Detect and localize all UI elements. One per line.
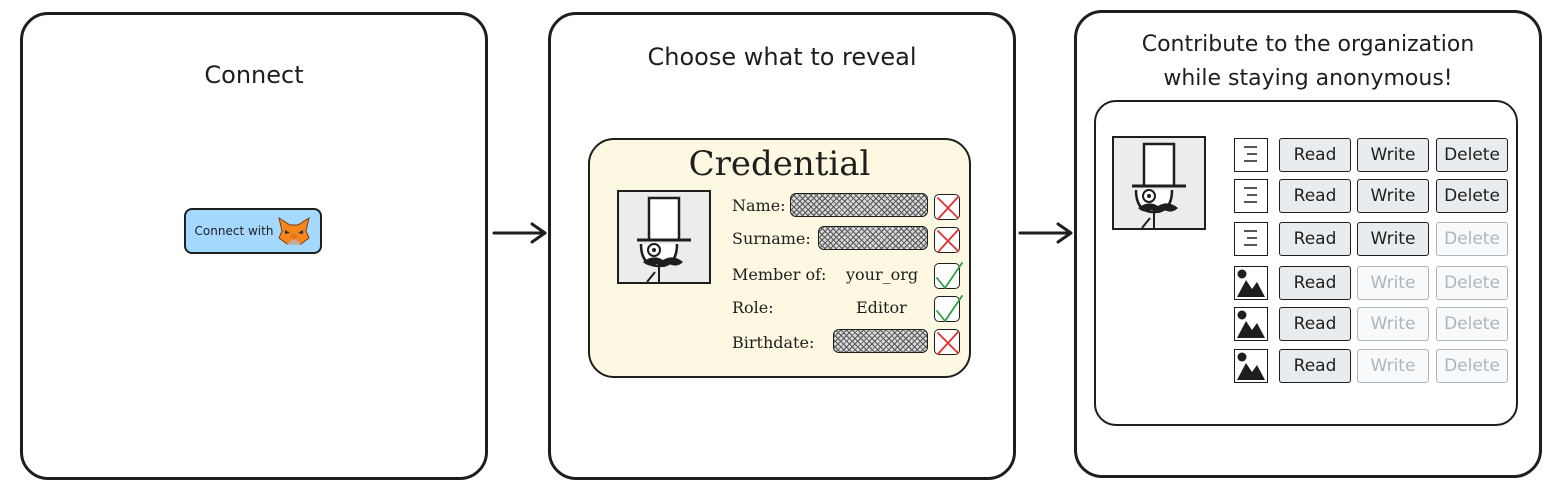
read-permission-button[interactable]: Read: [1279, 307, 1351, 341]
delete-permission-button[interactable]: Delete: [1436, 138, 1508, 172]
cross-icon: [937, 229, 959, 253]
cross-icon: [937, 331, 959, 355]
connect-with-metamask-button[interactable]: Connect with: [184, 208, 322, 254]
read-permission-button[interactable]: Read: [1279, 222, 1351, 256]
cross-icon: [937, 196, 959, 220]
reveal-checkbox-birthdate[interactable]: [934, 329, 960, 355]
field-label-surname: Surname:: [732, 229, 811, 248]
field-value-member-of: your_org: [846, 265, 919, 284]
document-icon: [1234, 138, 1268, 172]
image-icon: [1234, 266, 1268, 300]
connect-button-label: Connect with: [194, 224, 274, 238]
field-value-role: Editor: [856, 298, 907, 317]
write-permission-button: Write: [1357, 349, 1429, 383]
field-label-name: Name:: [732, 196, 786, 215]
arrow-connect-to-reveal: [492, 222, 547, 244]
field-label-birthdate: Birthdate:: [732, 333, 815, 352]
contribute-panel-title-line1: Contribute to the organization: [1141, 32, 1475, 57]
read-permission-button[interactable]: Read: [1279, 266, 1351, 300]
anonymous-avatar: [1112, 136, 1206, 230]
contribute-panel-title-line2: while staying anonymous!: [1163, 66, 1453, 91]
delete-permission-button: Delete: [1436, 349, 1508, 383]
reveal-checkbox-role[interactable]: [934, 295, 963, 322]
delete-permission-button: Delete: [1436, 307, 1508, 341]
field-label-member-of: Member of:: [732, 265, 827, 284]
document-icon: [1234, 222, 1268, 256]
reveal-checkbox-surname[interactable]: [934, 227, 960, 253]
reveal-panel-title: Choose what to reveal: [647, 43, 917, 71]
credential-card-title: Credential: [688, 144, 871, 184]
read-permission-button[interactable]: Read: [1279, 138, 1351, 172]
write-permission-button: Write: [1357, 266, 1429, 300]
check-icon: [936, 262, 963, 289]
top-hat-figure-icon: [619, 192, 709, 282]
arrow-reveal-to-contribute: [1018, 222, 1073, 244]
read-permission-button[interactable]: Read: [1279, 349, 1351, 383]
reveal-checkbox-member-of[interactable]: [934, 262, 963, 289]
image-icon: [1234, 307, 1268, 341]
credential-card: Credential Name: Surname: Member of: you…: [588, 138, 971, 378]
delete-permission-button: Delete: [1436, 222, 1508, 256]
write-permission-button[interactable]: Write: [1357, 222, 1429, 256]
write-permission-button[interactable]: Write: [1357, 138, 1429, 172]
field-label-role: Role:: [732, 298, 774, 317]
document-icon: [1234, 179, 1268, 213]
organization-workspace: Read Write Delete Read Write Delete Read Write D…: [1094, 100, 1518, 426]
delete-permission-button: Delete: [1436, 266, 1508, 300]
delete-permission-button[interactable]: Delete: [1436, 179, 1508, 213]
connect-panel-title: Connect: [204, 61, 304, 89]
metamask-fox-icon: [278, 216, 311, 245]
credential-avatar: [617, 190, 711, 284]
top-hat-figure-icon: [1114, 138, 1204, 228]
write-permission-button: Write: [1357, 307, 1429, 341]
write-permission-button[interactable]: Write: [1357, 179, 1429, 213]
field-value-birthdate-hidden: [833, 329, 928, 353]
field-value-surname-hidden: [818, 226, 928, 250]
image-icon: [1234, 349, 1268, 383]
check-icon: [936, 295, 963, 322]
read-permission-button[interactable]: Read: [1279, 179, 1351, 213]
field-value-name-hidden: [790, 193, 928, 217]
reveal-checkbox-name[interactable]: [934, 194, 960, 220]
